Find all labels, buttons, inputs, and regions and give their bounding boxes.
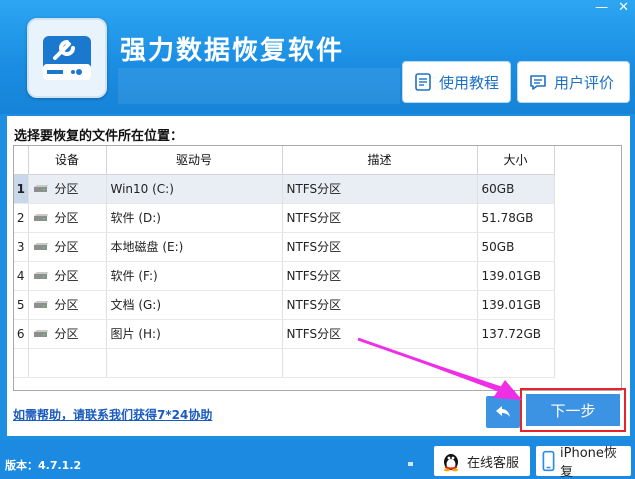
device-label: 分区 [54, 240, 79, 254]
table-row[interactable]: 1 分区 Win10 (C:) NTFS分区 60GB [14, 174, 555, 204]
drive-cell: 软件 (F:) [106, 261, 283, 291]
hard-drive-icon [33, 328, 49, 342]
row-number: 6 [14, 319, 29, 349]
app-logo-icon [27, 18, 107, 98]
row-number: 5 [14, 290, 29, 320]
device-label: 分区 [54, 298, 79, 312]
size-cell: 139.01GB [477, 290, 555, 320]
drive-cell: 文档 (G:) [106, 290, 283, 320]
column-header-drive[interactable]: 驱动号 [106, 146, 283, 175]
device-cell: 分区 [28, 203, 107, 233]
hard-drive-icon [33, 270, 49, 284]
main-panel: 选择要恢复的文件所在位置： 设备 驱动号 描述 大小 1 分区 Win10 (C:)… [7, 116, 630, 436]
iphone-recovery-button[interactable]: iPhone恢复 [536, 446, 631, 479]
table-header: 设备 驱动号 描述 大小 [14, 146, 555, 175]
description-cell: NTFS分区 [282, 174, 478, 204]
table-row[interactable]: 6 分区 图片 (H:) NTFS分区 137.72GB [14, 319, 555, 349]
next-button[interactable]: 下一步 [526, 394, 620, 426]
phone-icon [542, 450, 555, 472]
back-arrow-icon [496, 406, 510, 417]
app-title: 强力数据恢复软件 [120, 36, 345, 66]
device-cell: 分区 [28, 290, 107, 320]
hard-drive-icon [33, 212, 49, 226]
device-label: 分区 [54, 211, 79, 225]
table-row[interactable]: 5 分区 文档 (G:) NTFS分区 139.01GB [14, 290, 555, 320]
hard-drive-icon [33, 299, 49, 313]
table-row[interactable]: 3 分区 本地磁盘 (E:) NTFS分区 50GB [14, 232, 555, 262]
device-label: 分区 [54, 269, 79, 283]
location-prompt: 选择要恢复的文件所在位置： [14, 129, 184, 144]
device-cell: 分区 [28, 174, 107, 204]
column-header-device[interactable]: 设备 [28, 146, 107, 175]
description-cell: NTFS分区 [282, 203, 478, 233]
description-cell: NTFS分区 [282, 290, 478, 320]
book-icon [415, 73, 431, 91]
device-label: 分区 [54, 182, 79, 196]
table-row[interactable]: 2 分区 软件 (D:) NTFS分区 51.78GB [14, 203, 555, 233]
description-cell: NTFS分区 [282, 319, 478, 349]
drive-cell: Win10 (C:) [106, 174, 283, 204]
table-row[interactable]: 4 分区 软件 (F:) NTFS分区 139.01GB [14, 261, 555, 291]
row-number: 4 [14, 261, 29, 291]
status-indicator [408, 462, 413, 466]
title-bar: 强力数据恢复软件 — ✕ 使用教程 用户评价 [0, 0, 635, 114]
minimize-icon[interactable]: — [595, 0, 608, 15]
version-label: 版本：4.7.1.2 [5, 459, 82, 472]
drive-cell: 图片 (H:) [106, 319, 283, 349]
drive-list[interactable]: 设备 驱动号 描述 大小 1 分区 Win10 (C:) NTFS分区 60GB 2 分区软… [13, 145, 622, 391]
close-icon[interactable]: ✕ [618, 0, 629, 15]
description-cell: NTFS分区 [282, 232, 478, 262]
row-number: 1 [14, 174, 29, 204]
device-label: 分区 [54, 327, 79, 341]
device-cell: 分区 [28, 319, 107, 349]
iphone-recovery-label: iPhone恢复 [560, 446, 617, 479]
row-number-header [14, 146, 29, 175]
tutorial-label: 使用教程 [439, 73, 500, 92]
online-service-button[interactable]: 在线客服 [434, 446, 530, 476]
help-link[interactable]: 如需帮助，请联系我们获得7*24协助 [13, 406, 212, 423]
size-cell: 139.01GB [477, 261, 555, 291]
row-number: 2 [14, 203, 29, 233]
online-service-label: 在线客服 [467, 455, 520, 471]
hard-drive-icon [33, 183, 49, 197]
window-controls: — ✕ [595, 0, 629, 15]
size-cell: 60GB [477, 174, 555, 204]
row-number: 3 [14, 232, 29, 262]
empty-row [14, 348, 555, 378]
qq-penguin-icon [444, 454, 458, 472]
comment-icon [530, 75, 546, 90]
device-cell: 分区 [28, 261, 107, 291]
column-header-size[interactable]: 大小 [477, 146, 555, 175]
drive-table: 设备 驱动号 描述 大小 1 分区 Win10 (C:) NTFS分区 60GB 2 分区软… [14, 146, 555, 378]
user-review-label: 用户评价 [554, 73, 615, 92]
tutorial-button[interactable]: 使用教程 [402, 61, 511, 103]
column-header-description[interactable]: 描述 [282, 146, 478, 175]
status-bar: 版本：4.7.1.2 在线客服 iPhone恢复 [0, 440, 635, 479]
description-cell: NTFS分区 [282, 261, 478, 291]
size-cell: 50GB [477, 232, 555, 262]
size-cell: 137.72GB [477, 319, 555, 349]
hard-drive-icon [33, 241, 49, 255]
title-band [118, 68, 400, 104]
back-button[interactable] [486, 396, 520, 428]
device-cell: 分区 [28, 232, 107, 262]
drive-cell: 软件 (D:) [106, 203, 283, 233]
size-cell: 51.78GB [477, 203, 555, 233]
next-button-highlight: 下一步 [520, 388, 626, 432]
user-review-button[interactable]: 用户评价 [517, 61, 630, 103]
drive-cell: 本地磁盘 (E:) [106, 232, 283, 262]
